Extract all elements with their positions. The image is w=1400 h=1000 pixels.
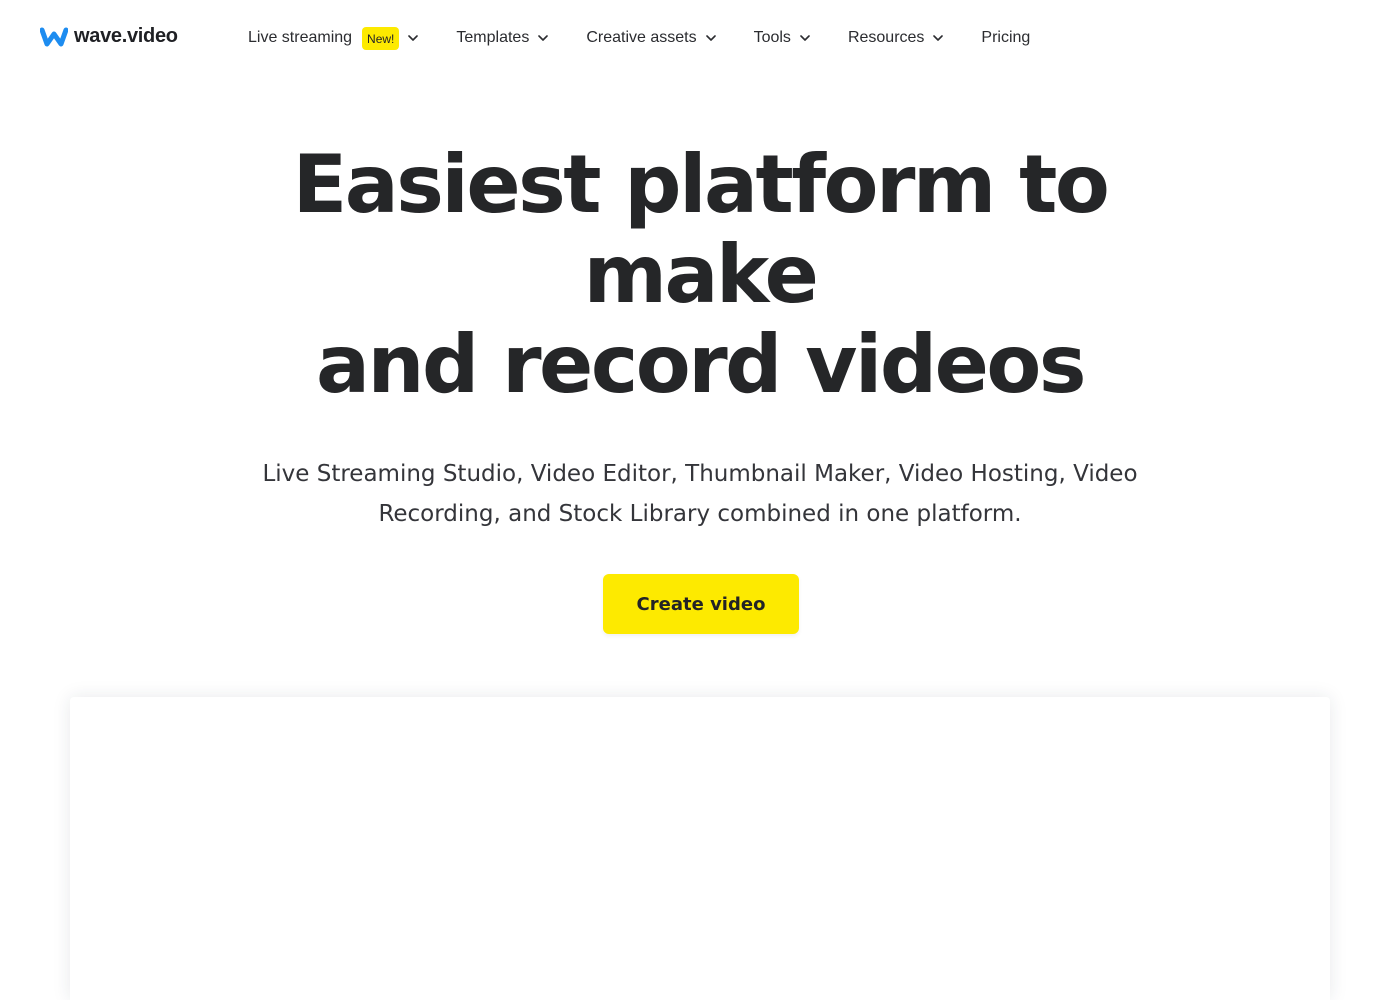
nav-item-label: Templates: [456, 29, 530, 46]
hero-title-line: and record videos: [316, 318, 1086, 411]
wave-logo-icon: [40, 27, 68, 46]
nav-item-label: Resources: [847, 29, 925, 46]
nav-item-resources[interactable]: Resources: [847, 26, 944, 50]
chevron-down-icon: [705, 35, 716, 41]
hero-title: Easiest platform to make and record vide…: [0, 140, 1400, 410]
create-video-button[interactable]: Create video: [603, 574, 799, 634]
hero-subtitle: Live Streaming Studio, Video Editor, Thu…: [250, 454, 1150, 534]
brand-logo[interactable]: wave.video: [40, 25, 178, 48]
nav-item-templates[interactable]: Templates: [456, 26, 549, 50]
hero-title-line: make: [583, 228, 819, 321]
product-preview-panel: [70, 697, 1330, 1000]
nav-item-creative-assets[interactable]: Creative assets: [586, 26, 716, 50]
new-badge: New!: [362, 26, 400, 50]
hero-title-line: Easiest platform to: [292, 138, 1110, 231]
site-header: wave.video Live streaming New! Templates…: [0, 0, 1400, 76]
main-nav: Live streaming New! Templates Creative a…: [248, 26, 1030, 50]
chevron-down-icon: [933, 35, 944, 41]
chevron-down-icon: [408, 35, 419, 41]
hero-subtitle-line: Live Streaming Studio, Video Editor, Thu…: [262, 461, 1138, 487]
nav-item-label: Live streaming: [248, 29, 353, 46]
nav-item-label: Creative assets: [586, 29, 697, 46]
chevron-down-icon: [800, 35, 810, 41]
nav-item-label: Tools: [753, 29, 791, 46]
nav-item-pricing[interactable]: Pricing: [981, 26, 1030, 50]
nav-item-tools[interactable]: Tools: [754, 26, 810, 50]
nav-item-live-streaming[interactable]: Live streaming New!: [248, 26, 419, 50]
brand-name: wave.video: [74, 25, 178, 47]
chevron-down-icon: [538, 35, 549, 41]
nav-item-label: Pricing: [981, 29, 1031, 46]
hero-subtitle-line: Recording, and Stock Library combined in…: [378, 501, 1022, 527]
